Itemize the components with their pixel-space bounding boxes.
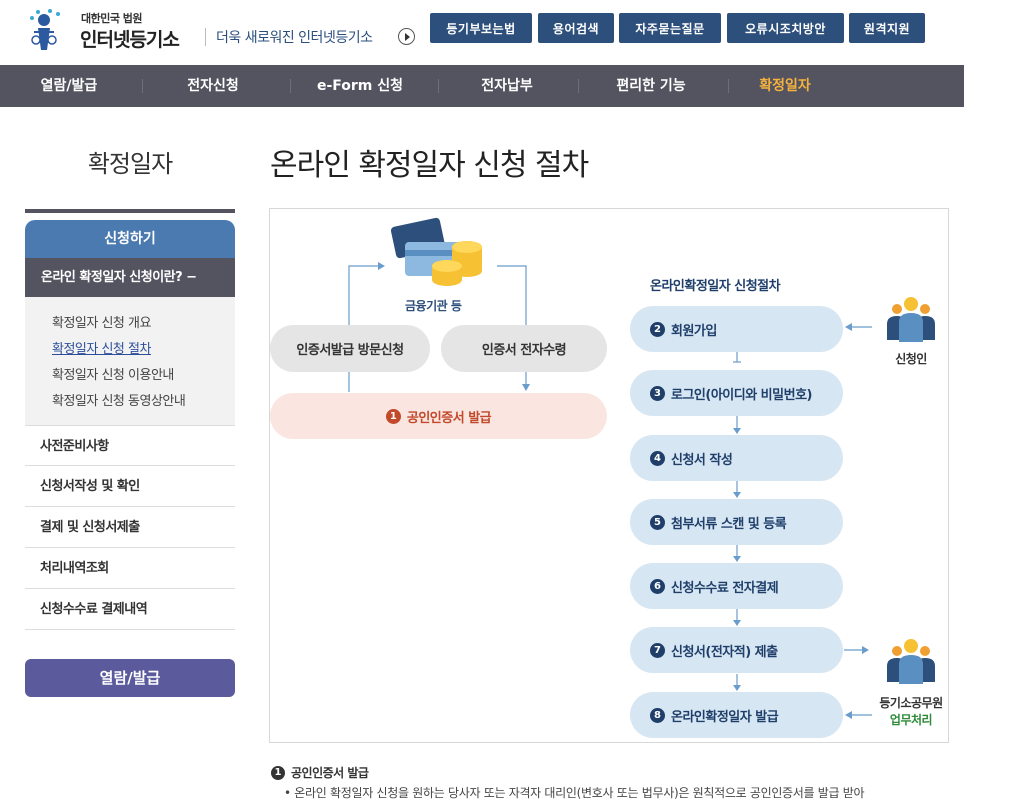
applicant-person-icon [887,297,935,342]
arrow-head [845,711,852,719]
official-sub-label: 업무처리 [889,713,933,727]
note-title: 공인인증서 발급 [291,766,369,780]
step-number: 4 [650,450,665,466]
cert-visit-application: 인증서발급 방문신청 [270,325,430,372]
step-number: 5 [650,514,665,530]
note-body: • 온라인 확정일자 신청을 원하는 당사자 또는 자격자 대리인(변호사 또는… [284,786,865,800]
official-person-icon [887,639,935,684]
step-login: 3 로그인(아이디와 비밀번호) [630,370,843,416]
step-cert-issue: 1 공인인증서 발급 [270,393,607,439]
step-number: 1 [385,408,401,424]
arrow-head [733,428,741,434]
step-number: 2 [650,321,665,337]
arrow-head [733,685,741,691]
cert-electronic-receipt: 인증서 전자수령 [441,325,607,372]
step-signup: 2 회원가입 [630,306,843,352]
step-label: 온라인확정일자 발급 [671,709,779,725]
arrow-head [845,323,852,331]
note-heading: 1 공인인증서 발급 [271,764,369,781]
step-number: 8 [650,707,665,723]
step-submit: 7 신청서(전자적) 제출 [630,627,843,673]
step-label: 신청서(전자적) 제출 [671,644,778,660]
arrow-head [733,492,741,498]
arrow-head [862,646,869,654]
arrow-head [733,620,741,626]
step-number: 7 [650,642,665,658]
step-label: 신청수수료 전자결제 [671,580,779,596]
step-label: 회원가입 [671,323,717,339]
applicant-label: 신청인 [895,352,927,366]
step-fee-payment: 6 신청수수료 전자결제 [630,563,843,609]
process-title: 온라인확정일자 신청절차 [650,279,781,294]
note-number: 1 [271,765,285,780]
official-label: 등기소공무원 [879,696,943,710]
arrow-head [733,556,741,562]
bank-card-coins-icon [390,217,482,286]
step-label: 신청서 작성 [671,452,733,468]
step-number: 3 [650,385,665,401]
step-label: 공인인증서 발급 [406,410,492,426]
financial-institution-label: 금융기관 등 [405,299,462,313]
step-label: 첨부서류 스캔 및 등록 [671,516,787,532]
step-scan-documents: 5 첨부서류 스캔 및 등록 [630,499,843,545]
step-number: 6 [650,578,665,594]
step-issue-fixed-date: 8 온라인확정일자 발급 [630,692,843,738]
arrow-head [522,384,530,391]
step-write-application: 4 신청서 작성 [630,435,843,481]
arrow-head [378,262,385,270]
step-label: 로그인(아이디와 비밀번호) [671,387,812,403]
